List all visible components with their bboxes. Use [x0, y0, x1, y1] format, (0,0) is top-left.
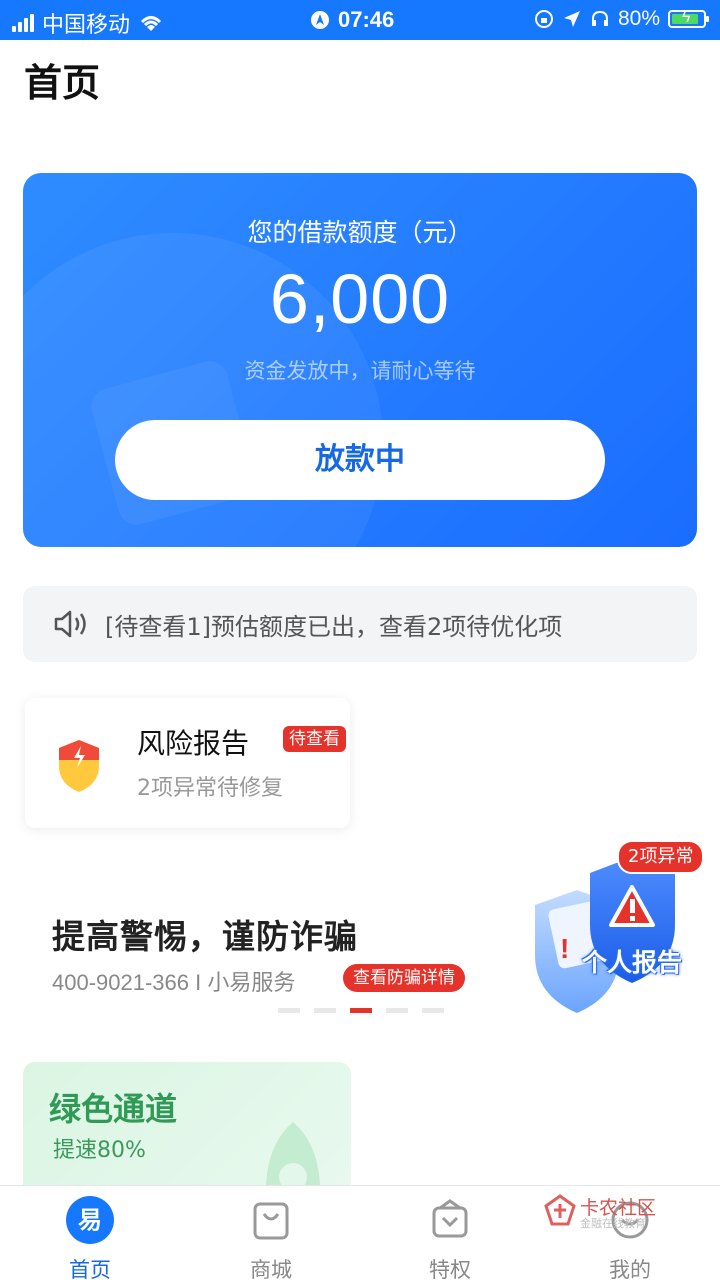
shield-alert-icon [59, 740, 99, 792]
home-logo-icon: 易 [66, 1196, 114, 1244]
green-channel-subtitle: 提速80% [53, 1138, 146, 1163]
shopping-bag-icon [253, 1202, 289, 1240]
loan-limit-label: 您的借款额度（元） [247, 218, 473, 247]
status-bar-left: 中国移动 [12, 7, 164, 39]
tab-mall[interactable]: 商城 [211, 1196, 331, 1284]
personal-report-label: 个人报告 [582, 948, 683, 977]
anti-fraud-details-button[interactable]: 查看防骗详情 [343, 964, 465, 992]
privilege-box-icon [432, 1199, 468, 1238]
notice-bar[interactable]: [待查看1]预估额度已出，查看2项待优化项 [23, 586, 697, 662]
risk-report-title: 风险报告 [137, 727, 250, 760]
clock: 07:46 [338, 7, 395, 32]
status-bar-center: 07:46 [310, 7, 394, 33]
watermark-subtext: 金融在线教育 [580, 1217, 646, 1230]
carousel-dot[interactable] [422, 1008, 444, 1013]
carousel-dot[interactable] [386, 1008, 408, 1013]
banner-contact: 400-9021-366 I 小易服务 [52, 970, 296, 995]
notice-text: [待查看1]预估额度已出，查看2项待优化项 [105, 612, 563, 641]
status-bar: 中国移动 07:46 80% ϟ [0, 0, 720, 40]
location-a-icon [311, 11, 329, 29]
navigation-arrow-icon [563, 11, 580, 27]
page-title: 首页 [24, 61, 101, 105]
status-bar-right: 80% ϟ [534, 7, 709, 31]
green-channel-title: 绿色通道 [49, 1090, 178, 1128]
risk-report-subtitle: 2项异常待修复 [137, 776, 283, 801]
risk-report-card[interactable]: 风险报告 待查看 2项异常待修复 [25, 698, 350, 828]
wifi-icon [140, 16, 162, 31]
disbursing-button[interactable]: 放款中 [115, 420, 605, 500]
speaker-icon [54, 610, 86, 638]
carousel-dot[interactable] [350, 1008, 372, 1013]
svg-text:!: ! [560, 933, 569, 964]
carousel-dot[interactable] [314, 1008, 336, 1013]
loan-limit-card: 您的借款额度（元） 6,000 资金发放中，请耐心等待 放款中 [23, 173, 697, 547]
banner-title: 提高警惕，谨防诈骗 [52, 917, 358, 956]
tab-home[interactable]: 易 首页 [30, 1196, 150, 1284]
svg-text:易: 易 [78, 1206, 102, 1234]
loan-status-text: 资金发放中，请耐心等待 [244, 359, 476, 383]
anti-fraud-banner[interactable]: 提高警惕，谨防诈骗 400-9021-366 I 小易服务 查看防骗详情 ! [0, 835, 720, 1025]
watermark-logo-icon [544, 1194, 576, 1226]
status-badge: 待查看 [283, 726, 346, 752]
carousel-dots [278, 1008, 444, 1013]
battery-percent: 80% [617, 7, 660, 30]
carousel-dot[interactable] [278, 1008, 300, 1013]
headphones-icon [591, 10, 608, 26]
carrier-name: 中国移动 [42, 12, 131, 37]
battery-icon: ϟ [668, 9, 709, 28]
loan-limit-amount: 6,000 [269, 260, 451, 338]
tab-privilege[interactable]: 特权 [390, 1196, 510, 1284]
signal-icon [12, 14, 34, 32]
anomaly-count-badge: 2项异常 [617, 840, 705, 874]
rotation-lock-icon [534, 10, 553, 28]
